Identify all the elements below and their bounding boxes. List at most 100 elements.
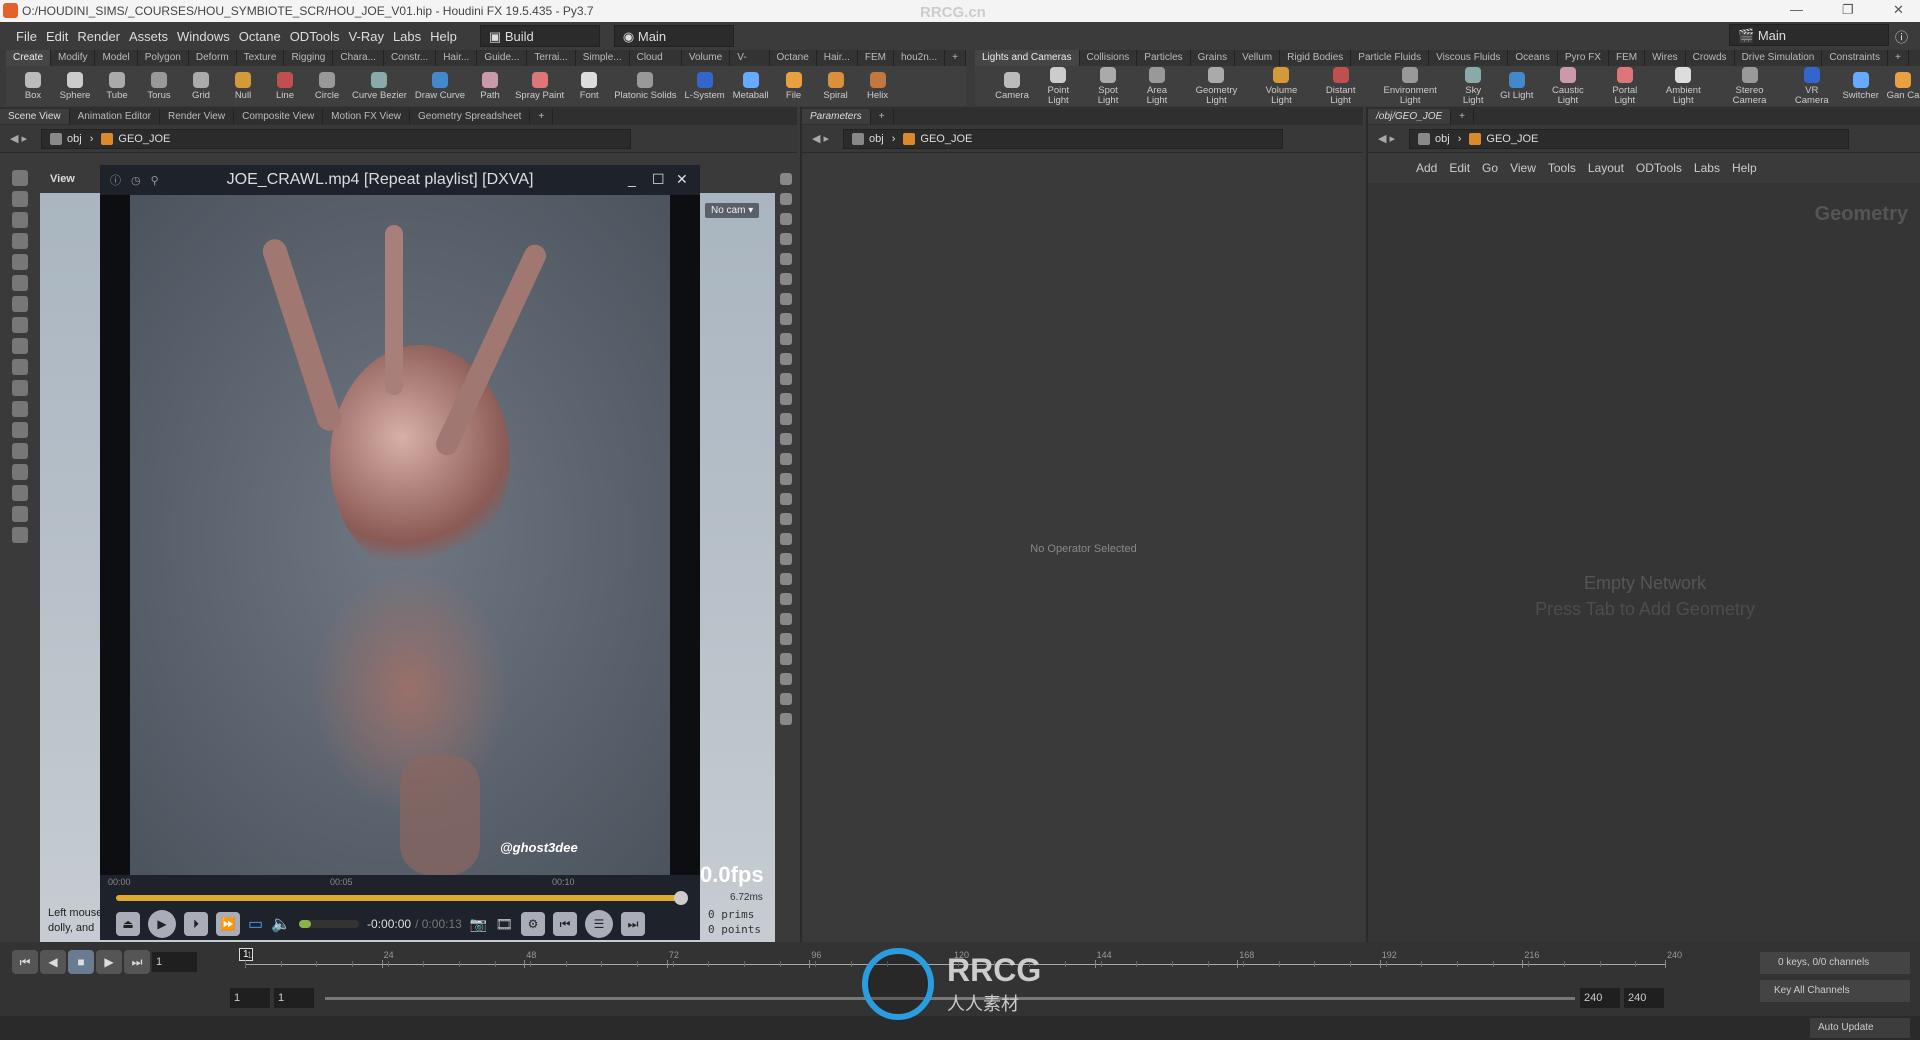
player-minimize-button[interactable]: _ bbox=[628, 171, 636, 187]
volume-icon[interactable]: 🔈 bbox=[271, 914, 291, 934]
network-menu-view[interactable]: View bbox=[1510, 161, 1536, 175]
shelf-tab[interactable]: Crowds bbox=[1686, 50, 1735, 66]
menu-labs[interactable]: Labs bbox=[393, 29, 421, 44]
viewport-tool-icon[interactable] bbox=[12, 464, 28, 480]
shelf-tab[interactable]: Polygon bbox=[138, 50, 189, 66]
video-area[interactable]: @ghost3dee bbox=[100, 195, 700, 875]
path-obj[interactable]: obj bbox=[67, 133, 82, 145]
network-menu-tools[interactable]: Tools bbox=[1548, 161, 1576, 175]
key-mode-select[interactable]: Key All Channels bbox=[1760, 980, 1910, 1002]
stop-button[interactable]: ■ bbox=[68, 950, 94, 974]
start-frame-field[interactable]: 1 bbox=[230, 988, 270, 1008]
viewport-tool-icon[interactable] bbox=[780, 333, 792, 345]
viewport-tool-icon[interactable] bbox=[780, 433, 792, 445]
volume-slider[interactable] bbox=[299, 920, 360, 928]
history-icon[interactable]: ◷ bbox=[131, 174, 141, 187]
shelf-tool-torus[interactable]: Torus bbox=[142, 71, 176, 101]
shelf-tool-sphere[interactable]: Sphere bbox=[58, 71, 92, 101]
shelf-tool-switcher[interactable]: Switcher bbox=[1842, 71, 1879, 101]
shelf-tool-area-light[interactable]: Area Light bbox=[1136, 66, 1177, 106]
shelf-tab[interactable]: Vellum bbox=[1235, 50, 1281, 66]
shelf-tab[interactable]: Particle Fluids bbox=[1351, 50, 1430, 66]
shelf-tool-path[interactable]: Path bbox=[473, 71, 507, 101]
desktop-select[interactable]: ▣ Build bbox=[479, 25, 600, 47]
menu-file[interactable]: File bbox=[16, 29, 37, 44]
path-geo[interactable]: GEO_JOE bbox=[920, 133, 972, 145]
viewport-tool-icon[interactable] bbox=[780, 273, 792, 285]
tab-render-view[interactable]: Render View bbox=[160, 108, 235, 124]
shelf-tool-geometry-light[interactable]: Geometry Light bbox=[1186, 66, 1248, 106]
seek-handle[interactable] bbox=[674, 891, 688, 905]
viewport-tool-icon[interactable] bbox=[12, 191, 28, 207]
back-icon[interactable]: ◀ ▸ bbox=[1378, 132, 1395, 145]
viewport-tool-icon[interactable] bbox=[780, 493, 792, 505]
video-player-window[interactable]: ⓘ ◷ ⚲ JOE_CRAWL.mp4 [Repeat playlist] [D… bbox=[100, 165, 700, 940]
range-end-field[interactable]: 240 bbox=[1580, 988, 1620, 1008]
shelf-tab[interactable]: Octane bbox=[770, 50, 817, 66]
shelf-tool-ambient-light[interactable]: Ambient Light bbox=[1656, 66, 1711, 106]
viewport-tool-icon[interactable] bbox=[780, 573, 792, 585]
tab-geometry-spreadsheet[interactable]: Geometry Spreadsheet bbox=[410, 108, 531, 124]
menu-vray[interactable]: V-Ray bbox=[349, 29, 384, 44]
add-tab-button[interactable]: + bbox=[530, 108, 554, 124]
viewport-tool-icon[interactable] bbox=[12, 422, 28, 438]
shelf-tab[interactable]: Texture bbox=[237, 50, 285, 66]
shelf-tab[interactable]: hou2n... bbox=[894, 50, 946, 66]
shelf-tab[interactable]: Lights and Cameras bbox=[975, 50, 1080, 66]
shelf-tool-vr-camera[interactable]: VR Camera bbox=[1788, 66, 1835, 106]
shelf-tab[interactable]: FEM bbox=[858, 50, 894, 66]
viewport-tool-icon[interactable] bbox=[780, 513, 792, 525]
screenshot-icon[interactable]: 📷 bbox=[470, 916, 487, 933]
add-tab-button[interactable]: + bbox=[871, 108, 894, 124]
help-icon[interactable]: ⓘ bbox=[110, 172, 121, 188]
maximize-button[interactable]: ❐ bbox=[1842, 2, 1854, 18]
close-button[interactable]: ✕ bbox=[1893, 2, 1904, 18]
back-icon[interactable]: ◀ ▸ bbox=[10, 132, 27, 145]
viewport-tool-icon[interactable] bbox=[780, 233, 792, 245]
network-menu-odtools[interactable]: ODTools bbox=[1636, 161, 1682, 175]
scene-path-field[interactable]: obj › GEO_JOE bbox=[41, 128, 632, 149]
viewport-tool-icon[interactable] bbox=[12, 485, 28, 501]
shelf-tab[interactable]: Modify bbox=[51, 50, 96, 66]
shelf-tab[interactable]: Wires bbox=[1645, 50, 1686, 66]
network-path-field[interactable]: obj › GEO_JOE bbox=[1409, 128, 1850, 149]
shelf-tab[interactable]: Collisions bbox=[1080, 50, 1138, 66]
path-obj[interactable]: obj bbox=[869, 133, 884, 145]
viewport-tool-icon[interactable] bbox=[12, 401, 28, 417]
shelf-tab[interactable]: Terrai... bbox=[527, 50, 576, 66]
viewport-tool-icon[interactable] bbox=[780, 353, 792, 365]
play-button[interactable]: ▶ bbox=[148, 910, 176, 938]
viewport-tool-icon[interactable] bbox=[12, 443, 28, 459]
viewport-tool-icon[interactable] bbox=[12, 170, 28, 186]
viewport-tool-icon[interactable] bbox=[780, 453, 792, 465]
help-icon[interactable]: ⓘ bbox=[1895, 27, 1908, 46]
shelf-tab[interactable]: Oceans bbox=[1508, 50, 1558, 66]
current-frame-field[interactable]: 1 bbox=[152, 952, 197, 972]
network-menu-edit[interactable]: Edit bbox=[1449, 161, 1470, 175]
shelf-tab[interactable]: Constr... bbox=[384, 50, 437, 66]
viewport-tool-icon[interactable] bbox=[12, 380, 28, 396]
add-shelf-tab-button[interactable]: + bbox=[1888, 50, 1909, 66]
shelf-tab[interactable]: Rigid Bodies bbox=[1280, 50, 1352, 66]
shelf-tab[interactable]: Cloud FX bbox=[630, 50, 682, 77]
menu-edit[interactable]: Edit bbox=[46, 29, 68, 44]
view-label[interactable]: View bbox=[50, 173, 75, 185]
shelf-tool-curve-bezier[interactable]: Curve Bezier bbox=[352, 71, 407, 101]
network-menu-help[interactable]: Help bbox=[1732, 161, 1757, 175]
shelf-tool-gan-ca[interactable]: Gan Ca bbox=[1886, 71, 1920, 101]
viewport-tool-icon[interactable] bbox=[780, 293, 792, 305]
playlist-button[interactable]: ☰ bbox=[585, 910, 614, 938]
shelf-tool-file[interactable]: File bbox=[777, 71, 811, 101]
shelf-tool-spiral[interactable]: Spiral bbox=[819, 71, 853, 101]
viewport-tool-icon[interactable] bbox=[780, 473, 792, 485]
camera-menu[interactable]: No cam ▾ bbox=[705, 203, 760, 218]
shelf-tab[interactable]: Particles bbox=[1137, 50, 1191, 66]
player-maximize-button[interactable]: ☐ bbox=[652, 171, 665, 188]
tab-motion-fx-view[interactable]: Motion FX View bbox=[323, 108, 411, 124]
viewport-tool-icon[interactable] bbox=[12, 233, 28, 249]
network-menu-layout[interactable]: Layout bbox=[1588, 161, 1624, 175]
shelf-tool-platonic-solids[interactable]: Platonic Solids bbox=[614, 71, 677, 101]
shelf-tool-helix[interactable]: Helix bbox=[861, 71, 895, 101]
viewport-tool-icon[interactable] bbox=[12, 338, 28, 354]
shelf-tool-box[interactable]: Box bbox=[16, 71, 50, 101]
